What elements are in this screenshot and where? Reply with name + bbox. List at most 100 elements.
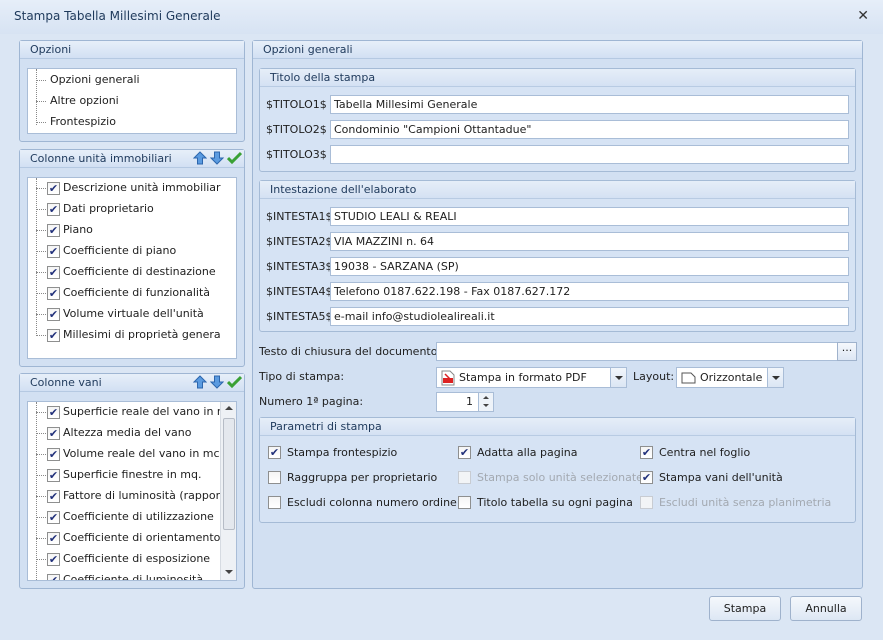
intesta4-field[interactable]: Telefono 0187.622.198 - Fax 0187.627.172 <box>330 282 849 301</box>
parametro-checkbox[interactable]: ✔ <box>640 446 653 459</box>
column-item-label[interactable]: Dati proprietario <box>63 199 221 219</box>
column-checkbox[interactable]: ✔ <box>47 224 60 237</box>
column-checkbox[interactable]: ✔ <box>47 287 60 300</box>
column-item-label[interactable]: Superficie reale del vano in m <box>63 402 221 422</box>
intesta3-field[interactable]: 19038 - SARZANA (SP) <box>330 257 849 276</box>
column-item-label[interactable]: Coefficiente di esposizione <box>63 549 221 569</box>
parametro-checkbox <box>458 471 471 484</box>
column-item-label[interactable]: Descrizione unità immobiliare <box>63 178 221 198</box>
column-item-label[interactable]: Superficie finestre in mq. <box>63 465 221 485</box>
column-checkbox[interactable]: ✔ <box>47 182 60 195</box>
column-item-label[interactable]: Coefficiente di luminosità <box>63 570 221 580</box>
vertical-scrollbar[interactable] <box>220 402 236 580</box>
testo-chiusura-field[interactable] <box>436 342 838 361</box>
column-item-label[interactable]: Coefficiente di orientamento <box>63 528 221 548</box>
column-checkbox[interactable]: ✔ <box>47 427 60 440</box>
testo-chiusura-browse-button[interactable]: ··· <box>837 342 857 361</box>
parametro-checkbox[interactable] <box>268 471 281 484</box>
titolo1-label: $TITOLO1$ <box>266 98 327 111</box>
stepper-down-icon[interactable] <box>483 404 489 407</box>
close-icon[interactable]: ✕ <box>857 8 869 24</box>
layout-select[interactable]: Orizzontale <box>676 367 784 388</box>
column-checkbox[interactable]: ✔ <box>47 532 60 545</box>
tree-item-opzioni-generali[interactable]: Opzioni generali <box>50 70 140 90</box>
parametro-checkbox[interactable]: ✔ <box>640 471 653 484</box>
check-all-icon[interactable] <box>226 150 242 166</box>
chevron-down-icon[interactable] <box>610 368 626 387</box>
column-item-label[interactable]: Altezza media del vano <box>63 423 221 443</box>
column-checkbox[interactable]: ✔ <box>47 406 60 419</box>
parametro-label[interactable]: Titolo tabella su ogni pagina <box>477 496 633 509</box>
scroll-up-icon[interactable] <box>225 406 233 410</box>
stepper-buttons[interactable] <box>478 393 493 411</box>
titolo3-label: $TITOLO3$ <box>266 148 327 161</box>
parametro-label[interactable]: Adatta alla pagina <box>477 446 577 459</box>
titolo2-field[interactable]: Condominio "Campioni Ottantadue" <box>330 120 849 139</box>
column-checkbox[interactable]: ✔ <box>47 329 60 342</box>
opzioni-generali-header: Opzioni generali <box>253 41 862 59</box>
tree-connector <box>36 517 46 518</box>
scroll-down-icon[interactable] <box>225 570 233 574</box>
intesta5-field[interactable]: e-mail info@studiolealireali.it <box>330 307 849 326</box>
layout-value: Orizzontale <box>700 371 763 384</box>
tree-connector <box>36 188 46 189</box>
tree-connector <box>36 412 46 413</box>
opzioni-header: Opzioni <box>20 41 244 59</box>
scroll-thumb[interactable] <box>223 418 235 530</box>
tree-connector <box>36 80 46 81</box>
annulla-button[interactable]: Annulla <box>790 596 862 621</box>
column-item-label[interactable]: Piano <box>63 220 221 240</box>
check-all-icon[interactable] <box>226 374 242 390</box>
parametro-checkbox[interactable] <box>458 496 471 509</box>
move-down-icon[interactable] <box>209 374 225 390</box>
parametro-label[interactable]: Escludi colonna numero ordine <box>287 496 457 509</box>
parametro-label[interactable]: Raggruppa per proprietario <box>287 471 437 484</box>
titolo-group: Titolo della stampa $TITOLO1$ Tabella Mi… <box>259 68 856 172</box>
column-item-label[interactable]: Coefficiente di funzionalità <box>63 283 221 303</box>
colonne-unita-header-bar: Colonne unità immobiliari <box>20 150 244 168</box>
stepper-up-icon[interactable] <box>483 396 489 399</box>
column-checkbox[interactable]: ✔ <box>47 574 60 580</box>
column-checkbox[interactable]: ✔ <box>47 308 60 321</box>
tree-item-altre-opzioni[interactable]: Altre opzioni <box>50 91 119 111</box>
parametro-label[interactable]: Stampa vani dell'unità <box>659 471 783 484</box>
window-title: Stampa Tabella Millesimi Generale <box>14 9 221 23</box>
move-up-icon[interactable] <box>192 150 208 166</box>
column-checkbox[interactable]: ✔ <box>47 448 60 461</box>
move-down-icon[interactable] <box>209 150 225 166</box>
colonne-unita-list: ✔ Descrizione unità immobiliare ✔ Dati prop… <box>27 177 237 359</box>
parametro-checkbox[interactable] <box>268 496 281 509</box>
tree-item-frontespizio[interactable]: Frontespizio <box>50 112 116 132</box>
column-checkbox[interactable]: ✔ <box>47 553 60 566</box>
colonne-vani-header-bar: Colonne vani <box>20 374 244 392</box>
column-checkbox[interactable]: ✔ <box>47 469 60 482</box>
chevron-down-icon[interactable] <box>767 368 783 387</box>
intesta1-field[interactable]: STUDIO LEALI & REALI <box>330 207 849 226</box>
colonne-unita-panel: Colonne unità immobiliari ✔ Descrizione u… <box>19 149 245 367</box>
parametro-label[interactable]: Centra nel foglio <box>659 446 750 459</box>
column-item-label[interactable]: Coefficiente di piano <box>63 241 221 261</box>
numero-pagina-stepper[interactable]: 1 <box>436 392 494 412</box>
column-item-label[interactable]: Millesimi di proprietà generale <box>63 325 221 345</box>
column-checkbox[interactable]: ✔ <box>47 511 60 524</box>
titolo3-field[interactable] <box>330 145 849 164</box>
colonne-vani-header: Colonne vani <box>30 376 102 389</box>
column-item-label[interactable]: Coefficiente di utilizzazione <box>63 507 221 527</box>
column-item-label[interactable]: Volume reale del vano in mc. <box>63 444 221 464</box>
tipo-stampa-select[interactable]: Stampa in formato PDF <box>436 367 627 388</box>
column-checkbox[interactable]: ✔ <box>47 203 60 216</box>
move-up-icon[interactable] <box>192 374 208 390</box>
column-item-label[interactable]: Fattore di luminosità (rappor <box>63 486 221 506</box>
parametro-checkbox[interactable]: ✔ <box>458 446 471 459</box>
column-checkbox[interactable]: ✔ <box>47 245 60 258</box>
intesta2-field[interactable]: VIA MAZZINI n. 64 <box>330 232 849 251</box>
intestazione-group: Intestazione dell'elaborato $INTESTA1$ S… <box>259 180 856 332</box>
parametro-checkbox[interactable]: ✔ <box>268 446 281 459</box>
parametro-label[interactable]: Stampa frontespizio <box>287 446 397 459</box>
titolo1-field[interactable]: Tabella Millesimi Generale <box>330 95 849 114</box>
stampa-button[interactable]: Stampa <box>709 596 781 621</box>
column-item-label[interactable]: Coefficiente di destinazione <box>63 262 221 282</box>
column-checkbox[interactable]: ✔ <box>47 266 60 279</box>
column-item-label[interactable]: Volume virtuale dell'unità <box>63 304 221 324</box>
column-checkbox[interactable]: ✔ <box>47 490 60 503</box>
